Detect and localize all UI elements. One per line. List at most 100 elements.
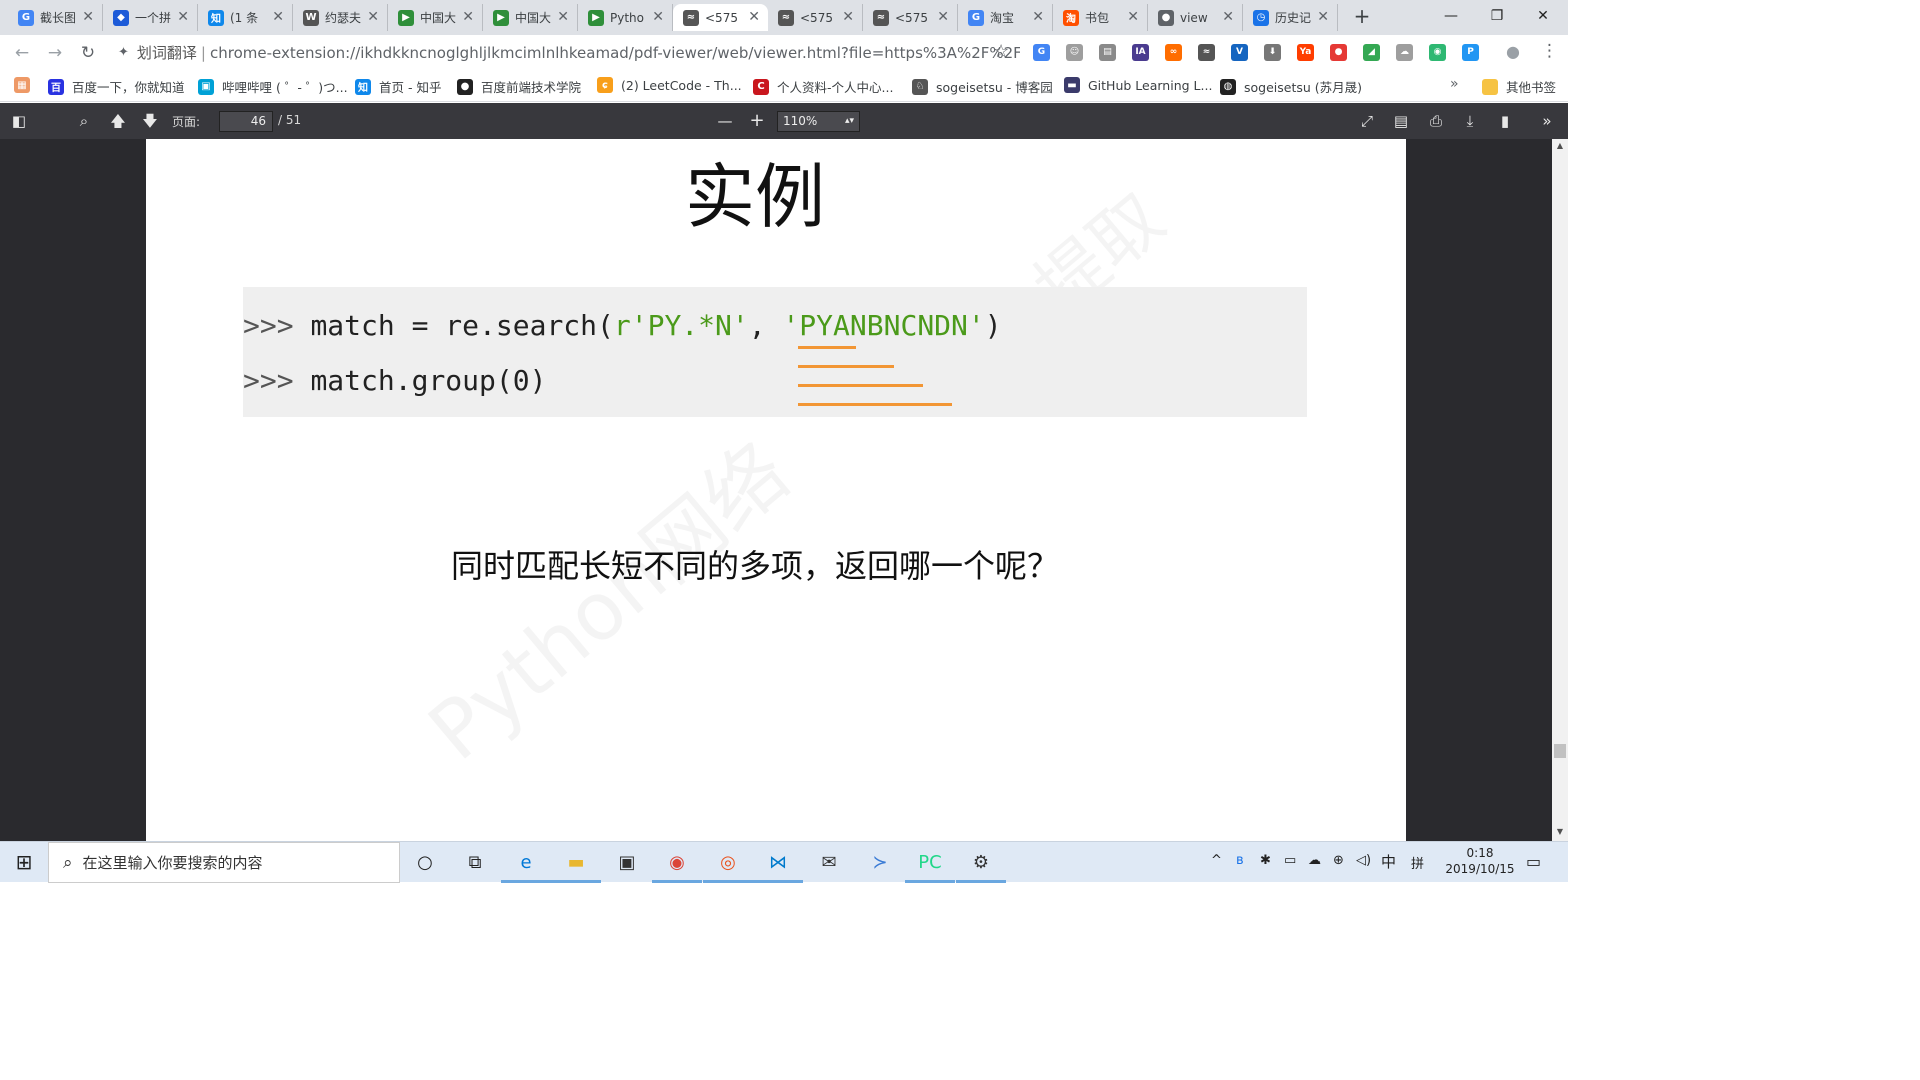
tab[interactable]: 淘书包 ✕ [1053,4,1148,31]
forward-icon[interactable]: → [43,41,67,65]
tray-app-icon[interactable]: ✱ [1260,853,1271,868]
tab-close-icon[interactable]: ✕ [1127,9,1139,25]
page-number-input[interactable]: 46 [219,111,273,132]
task-view-icon[interactable]: ⧉ [450,842,500,883]
tab[interactable]: ▶ Pytho ✕ [578,4,673,31]
back-icon[interactable]: ← [10,41,34,65]
cortana-icon[interactable]: ○ [400,842,450,883]
infinity-icon[interactable]: ∞ [1165,44,1182,61]
sidebar-toggle-icon[interactable]: ◧ [9,111,29,131]
tab-close-icon[interactable]: ✕ [1222,9,1234,25]
open-file-icon[interactable]: ▤ [1391,111,1411,131]
tab[interactable]: ● view ✕ [1148,4,1243,31]
bookmark-item[interactable]: C 个人资料-个人中心... [753,77,893,96]
tab[interactable]: G 截长图 ✕ [8,4,103,31]
restore-button[interactable]: ❐ [1474,0,1520,32]
tab[interactable]: ▶ 中国大 ✕ [388,4,483,31]
download-icon[interactable]: ⤓ [1460,111,1480,131]
download-icon[interactable]: ⬇ [1264,44,1281,61]
bookmark-star-icon[interactable]: ☆ [993,41,1009,62]
other-bookmarks[interactable]: 其他书签 [1482,77,1556,96]
tab[interactable]: ≈ <575 ✕ [673,4,768,31]
green-icon[interactable]: ◉ [1429,44,1446,61]
tab[interactable]: ≈ <575 ✕ [768,4,863,31]
bookmark-item[interactable]: ♘ sogeisetsu - 博客园 [912,77,1053,96]
bookmark-item[interactable]: ▬ GitHub Learning L... [1064,77,1212,93]
tab-close-icon[interactable]: ✕ [1317,9,1329,25]
bookmark-item[interactable]: ◍ sogeisetsu (苏月晟) [1220,77,1362,96]
bookmark-item[interactable]: ▣ 哔哩哔哩 ( ゜- ゜)つ... [198,77,348,96]
profile-avatar[interactable]: ● [1506,42,1520,61]
scroll-thumb[interactable] [1554,744,1566,758]
tray-chevron-icon[interactable]: ^ [1211,853,1222,868]
tab[interactable]: ≈ <575 ✕ [863,4,958,31]
search-icon[interactable]: ⌕ [74,111,94,131]
tab[interactable]: ▶ 中国大 ✕ [483,4,578,31]
tools-menu-icon[interactable]: » [1537,111,1557,131]
menu-icon[interactable]: ⋮ [1541,41,1558,61]
tab-close-icon[interactable]: ✕ [652,9,664,25]
edge-icon[interactable]: e [501,842,551,883]
translate-icon[interactable]: G [1033,44,1050,61]
tab-close-icon[interactable]: ✕ [272,9,284,25]
new-tab-button[interactable]: + [1348,5,1376,29]
onedrive-icon[interactable]: ☁ [1308,853,1321,868]
ime-mode-icon[interactable]: 中 [1381,851,1396,872]
tab-close-icon[interactable]: ✕ [462,9,474,25]
explorer-icon[interactable]: ▬ [551,842,601,883]
adblock-icon[interactable]: ● [1330,44,1347,61]
tab-close-icon[interactable]: ✕ [1032,9,1044,25]
start-button[interactable]: ⊞ [0,842,48,883]
zoom-out-button[interactable]: — [715,111,735,131]
zoom-select[interactable]: 110% ▴▾ [777,111,860,132]
powershell-icon[interactable]: ≻ [855,842,905,883]
vscode-icon[interactable]: ⋈ [753,842,803,883]
tab-close-icon[interactable]: ✕ [557,9,569,25]
reload-icon[interactable]: ↻ [76,41,100,65]
bookmark-icon[interactable]: ▮ [1495,111,1515,131]
battery-icon[interactable]: ▭ [1284,853,1296,868]
taskbar-search[interactable]: ⌕ 在这里输入你要搜索的内容 [48,842,400,883]
scroll-down-icon[interactable]: ▼ [1552,827,1568,836]
mail-icon[interactable]: ✉ [804,842,854,883]
print-icon[interactable]: ⎙ [1426,111,1446,131]
next-page-icon[interactable]: 🡇 [140,111,160,131]
v-icon[interactable]: V [1231,44,1248,61]
tab-close-icon[interactable]: ✕ [367,9,379,25]
tab-close-icon[interactable]: ✕ [937,9,949,25]
cat-icon[interactable]: ☺ [1066,44,1083,61]
tab[interactable]: W 约瑟夫 ✕ [293,4,388,31]
p-icon[interactable]: P [1462,44,1479,61]
ime-layout-icon[interactable]: 拼 [1411,853,1424,872]
close-window-button[interactable]: ✕ [1520,0,1566,32]
bookmark-item[interactable]: 知首页 - 知乎 [355,77,441,96]
bluetooth-icon[interactable]: ʙ [1236,853,1244,868]
ia-icon[interactable]: IA [1132,44,1149,61]
tab[interactable]: 知 (1 条 ✕ [198,4,293,31]
ya-icon[interactable]: Ya [1297,44,1314,61]
tab-close-icon[interactable]: ✕ [177,9,189,25]
bookmarks-more-icon[interactable]: » [1450,76,1459,92]
tab-close-icon[interactable]: ✕ [842,9,854,25]
store-icon[interactable]: ▣ [602,842,652,883]
bookmark-item[interactable]: ▦ [14,77,38,93]
scroll-up-icon[interactable]: ▲ [1552,141,1568,150]
volume-icon[interactable]: ◁) [1356,853,1371,868]
address-bar[interactable]: ✦ 划词翻译 | chrome-extension://ikhdkkncnogl… [112,39,1020,66]
tab-close-icon[interactable]: ✕ [82,9,94,25]
pycharm-icon[interactable]: PC [905,842,955,883]
scrollbar[interactable]: ▲ ▼ [1552,139,1568,841]
en-icon[interactable]: ≈ [1198,44,1215,61]
previous-page-icon[interactable]: 🡅 [108,111,128,131]
bookmark-item[interactable]: ● 百度前端技术学院 [457,77,581,96]
minimize-button[interactable]: — [1428,0,1474,32]
clock[interactable]: 0:18 2019/10/15 [1440,845,1520,877]
cloud-icon[interactable]: ☁ [1396,44,1413,61]
ubuntu-icon[interactable]: ◎ [703,842,753,883]
bookmark-item[interactable]: ɕ (2) LeetCode - Th... [597,77,742,93]
presentation-mode-icon[interactable]: ⤢ [1357,111,1377,131]
drive-icon[interactable]: ◢ [1363,44,1380,61]
tab-close-icon[interactable]: ✕ [748,9,760,25]
bookmark-item[interactable]: 百百度一下，你就知道 [48,77,185,96]
network-icon[interactable]: ⊕ [1333,853,1344,868]
